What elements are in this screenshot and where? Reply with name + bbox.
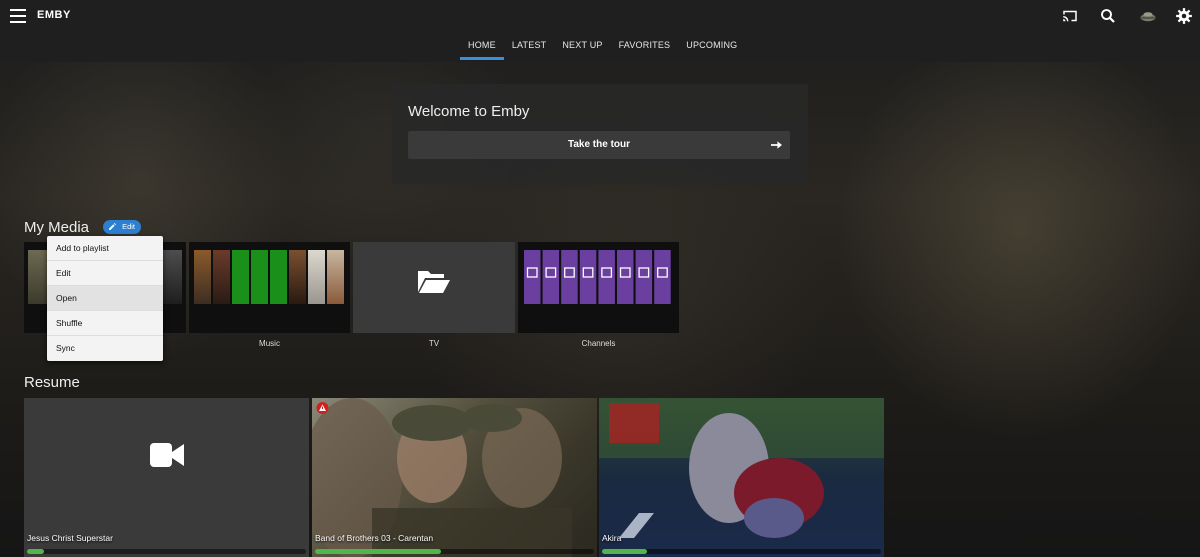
tab-latest[interactable]: LATEST [504, 40, 555, 60]
media-tile-tv[interactable] [353, 242, 515, 333]
menu-item-add-to-playlist[interactable]: Add to playlist [47, 236, 163, 261]
tab-next-up[interactable]: NEXT UP [554, 40, 610, 60]
top-header: EMBY HOME LATEST NEXT UP FAVORITES UPCOM [0, 0, 1200, 62]
search-icon[interactable] [1099, 7, 1117, 25]
settings-icon[interactable] [1175, 7, 1193, 25]
context-menu: Add to playlist Edit Open Shuffle Sync [47, 236, 163, 361]
progress-bar-1 [27, 549, 306, 554]
welcome-title: Welcome to Emby [408, 103, 530, 120]
arrow-right-icon [771, 141, 782, 149]
media-label-channels[interactable]: Channels [518, 339, 679, 348]
resume-title-1: Jesus Christ Superstar [27, 533, 113, 543]
tab-favorites[interactable]: FAVORITES [611, 40, 679, 60]
resume-title-2: Band of Brothers 03 - Carentan [315, 533, 434, 543]
media-label-tv[interactable]: TV [353, 339, 515, 348]
app-logo[interactable]: EMBY [37, 9, 71, 21]
pencil-icon [109, 223, 116, 230]
progress-bar-2 [315, 549, 594, 554]
media-tile-channels[interactable] [518, 242, 679, 333]
menu-item-edit[interactable]: Edit [47, 261, 163, 286]
edit-library-button[interactable]: Edit [103, 220, 141, 234]
channels-thumbnail [524, 250, 671, 304]
resume-title-3: Akira [602, 533, 622, 543]
menu-item-shuffle[interactable]: Shuffle [47, 311, 163, 336]
menu-item-open[interactable]: Open [47, 286, 163, 311]
resume-item-akira[interactable]: Akira [599, 398, 884, 557]
warning-icon [316, 402, 329, 414]
video-camera-icon [150, 443, 184, 467]
menu-icon[interactable] [10, 9, 26, 23]
resume-title: Resume [24, 374, 80, 391]
user-avatar[interactable] [1138, 7, 1158, 25]
edit-label: Edit [122, 222, 135, 231]
take-tour-label: Take the tour [567, 139, 631, 150]
tab-upcoming[interactable]: UPCOMING [678, 40, 745, 60]
menu-item-sync[interactable]: Sync [47, 336, 163, 361]
akira-thumbnail [599, 398, 884, 538]
progress-bar-3 [602, 549, 881, 554]
media-tile-music[interactable] [189, 242, 350, 333]
resume-item-band-of-brothers[interactable]: Band of Brothers 03 - Carentan [312, 398, 597, 557]
media-label-music[interactable]: Music [189, 339, 350, 348]
tab-home[interactable]: HOME [460, 40, 504, 60]
main-tabs: HOME LATEST NEXT UP FAVORITES UPCOMING [460, 40, 745, 60]
take-tour-button[interactable]: Take the tour [408, 131, 790, 159]
welcome-card: Welcome to Emby Take the tour [392, 84, 808, 184]
resume-item-jesus-christ-superstar[interactable]: Jesus Christ Superstar [24, 398, 309, 557]
cast-icon[interactable] [1061, 7, 1079, 25]
my-media-title: My Media [24, 219, 90, 236]
folder-open-icon [418, 271, 450, 293]
